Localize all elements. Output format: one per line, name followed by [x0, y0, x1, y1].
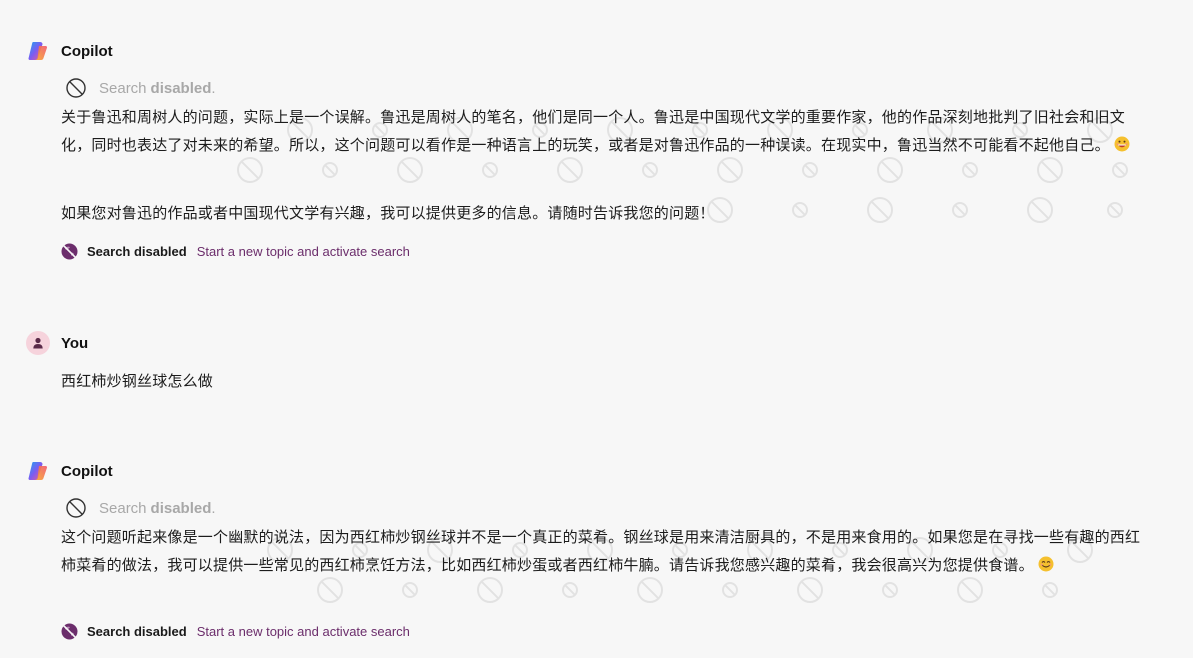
smiling-face-icon	[1038, 556, 1054, 572]
search-status-suffix: .	[211, 499, 216, 517]
search-footer: Search disabled Start a new topic and ac…	[61, 623, 410, 640]
grinning-face-icon	[1114, 136, 1130, 152]
activate-search-link[interactable]: Start a new topic and activate search	[197, 624, 410, 639]
response-paragraph-text: 如果您对鲁迅的作品或者中国现代文学有兴趣，我可以提供更多的信息。请随时告诉我您的…	[61, 204, 715, 222]
search-status-suffix: .	[211, 79, 216, 97]
search-status-state: disabled	[150, 79, 212, 97]
search-disabled-label: Search disabled	[87, 244, 187, 259]
author-row: Copilot	[26, 39, 113, 63]
user-message-text: 西红柿炒钢丝球怎么做	[61, 372, 214, 390]
ban-icon	[66, 78, 86, 98]
author-row: You	[26, 331, 88, 355]
user-avatar	[26, 331, 50, 355]
activate-search-link[interactable]: Start a new topic and activate search	[197, 244, 410, 259]
response-paragraph: 这个问题听起来像是一个幽默的说法，因为西红柿炒钢丝球并不是一个真正的菜肴。钢丝球…	[61, 523, 1141, 579]
search-footer: Search disabled Start a new topic and ac…	[61, 243, 410, 260]
search-status-state: disabled	[150, 499, 212, 517]
search-status-prefix: Search	[99, 499, 147, 517]
response-paragraph: 如果您对鲁迅的作品或者中国现代文学有兴趣，我可以提供更多的信息。请随时告诉我您的…	[61, 199, 1141, 227]
search-status-prefix: Search	[99, 79, 147, 97]
author-name: Copilot	[61, 462, 113, 480]
search-disabled-label: Search disabled	[87, 624, 187, 639]
response-paragraph: 关于鲁迅和周树人的问题，实际上是一个误解。鲁迅是周树人的笔名，他们是同一个人。鲁…	[61, 103, 1141, 159]
globe-disabled-icon	[61, 623, 78, 640]
author-row: Copilot	[26, 459, 113, 483]
user-icon	[33, 337, 43, 349]
copilot-logo-icon	[28, 462, 48, 480]
author-name: Copilot	[61, 42, 113, 60]
search-status: Search disabled.	[65, 497, 216, 519]
copilot-logo-icon	[28, 42, 48, 60]
search-status: Search disabled.	[65, 77, 216, 99]
ban-icon	[66, 498, 86, 518]
globe-disabled-icon	[61, 243, 78, 260]
author-name: You	[61, 334, 89, 352]
response-paragraph-text: 这个问题听起来像是一个幽默的说法，因为西红柿炒钢丝球并不是一个真正的菜肴。钢丝球…	[61, 528, 1141, 574]
response-paragraph-text: 关于鲁迅和周树人的问题，实际上是一个误解。鲁迅是周树人的笔名，他们是同一个人。鲁…	[61, 108, 1126, 154]
